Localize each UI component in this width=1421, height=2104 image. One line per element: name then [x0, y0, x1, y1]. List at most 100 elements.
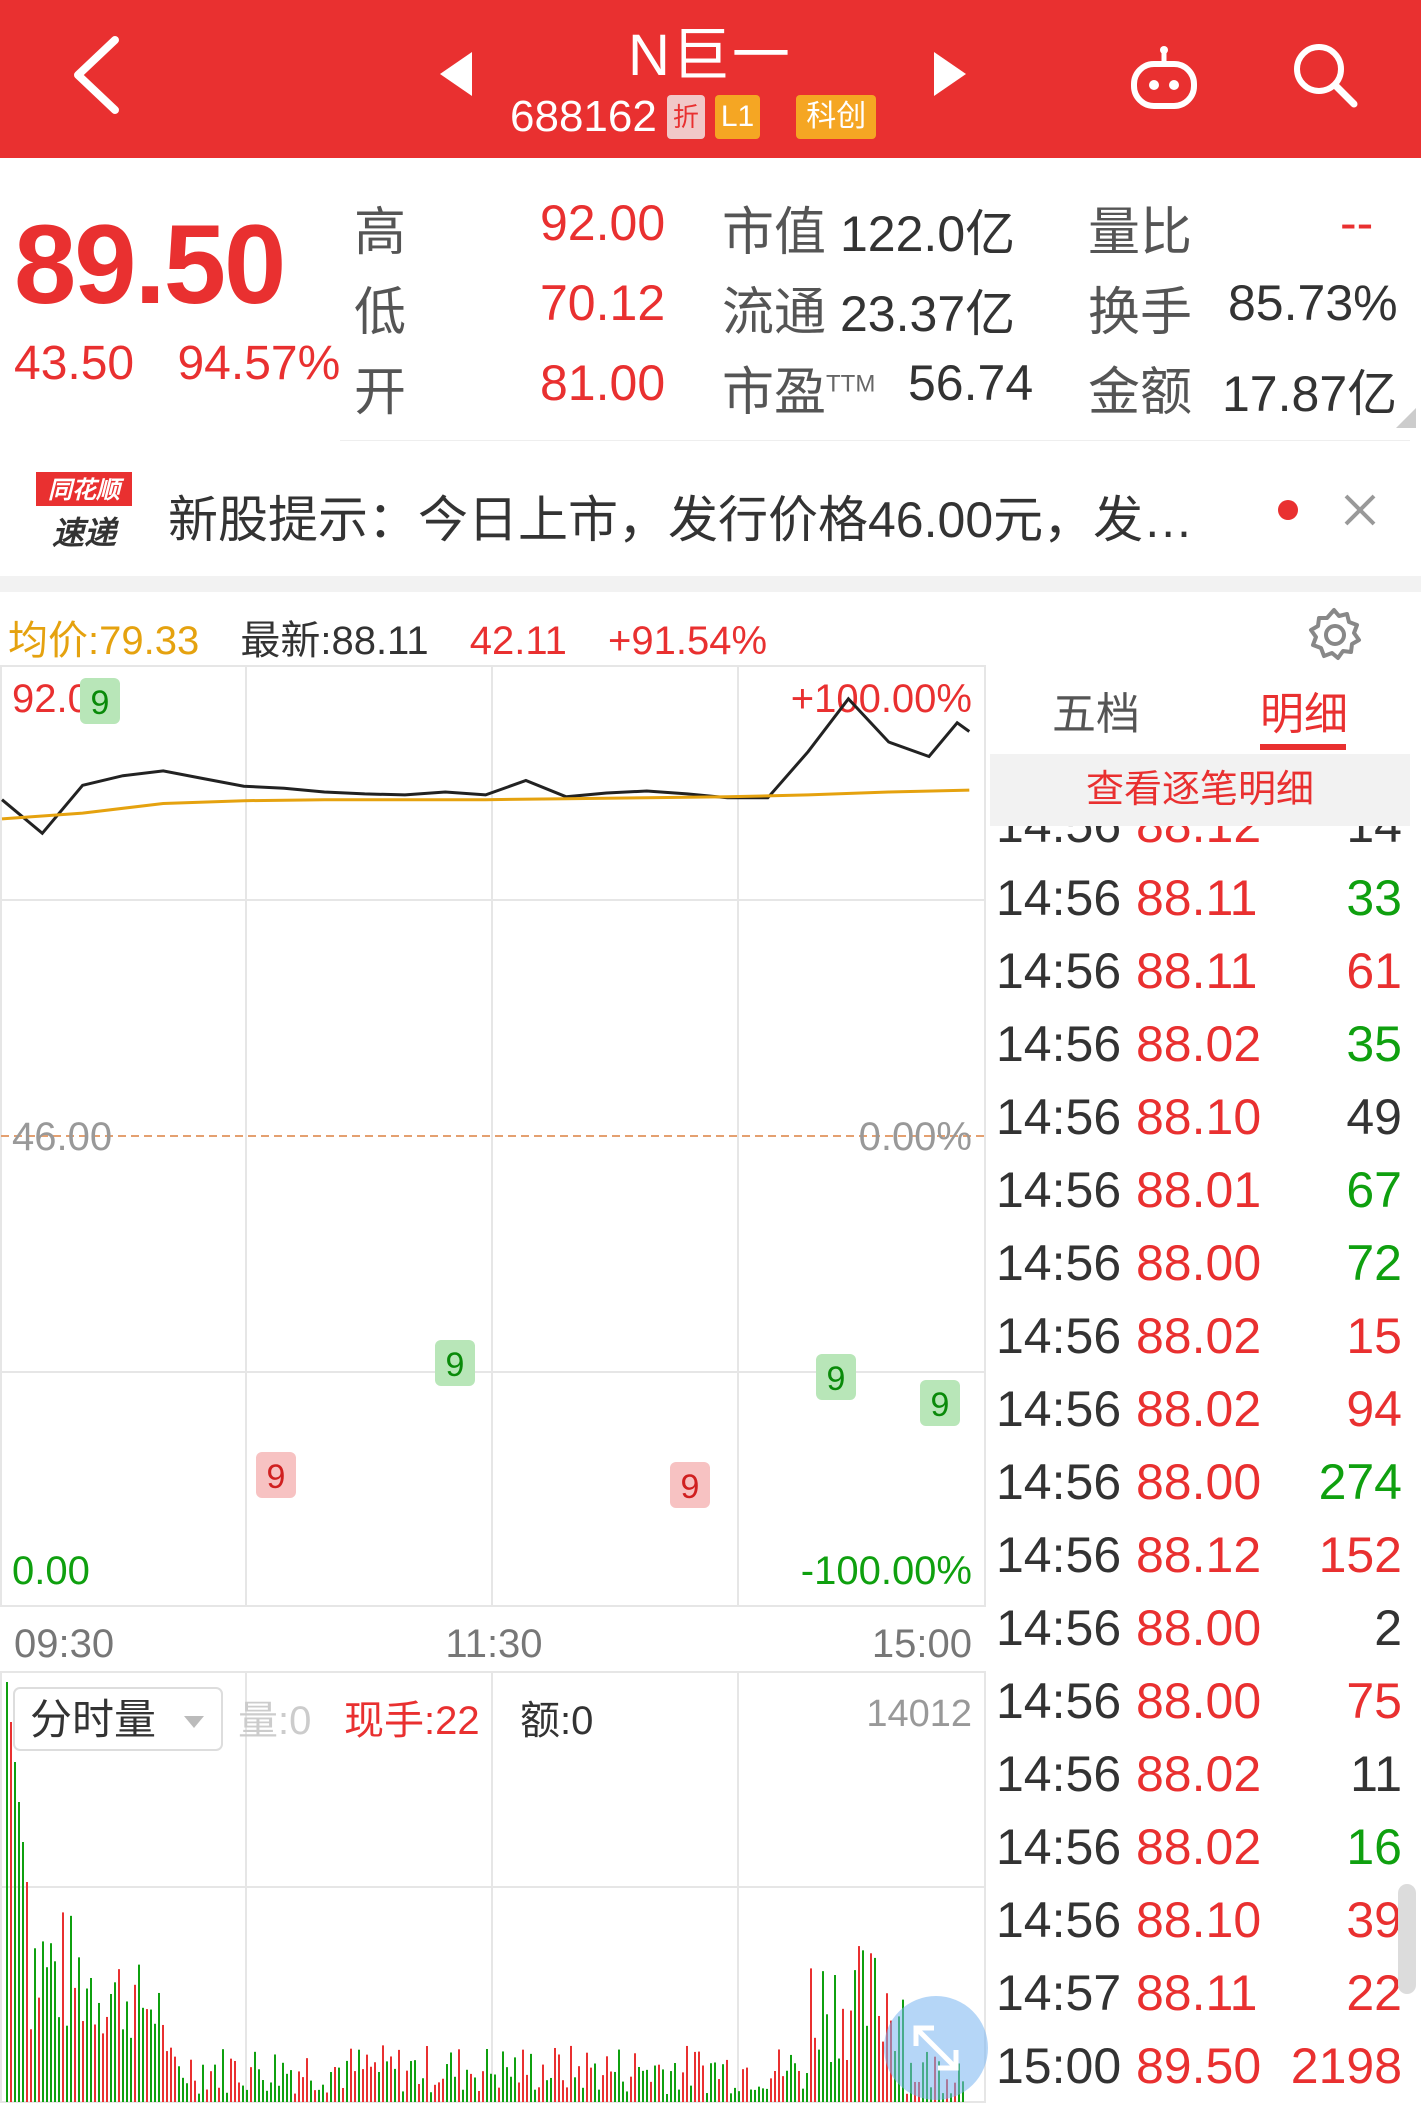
signal-marker[interactable]: 9	[920, 1380, 960, 1426]
prev-stock-icon[interactable]	[436, 50, 476, 98]
volume-bar	[766, 2088, 768, 2102]
search-icon[interactable]	[1288, 38, 1360, 110]
volume-bar	[470, 2073, 472, 2102]
y-right-bottom: -100.00%	[801, 1549, 972, 1593]
tick-row: 14:56 88.02 16	[990, 1818, 1410, 1891]
expand-corner-icon[interactable]	[1396, 408, 1416, 428]
scrollbar[interactable]	[1398, 1884, 1416, 1994]
y-right-top: +100.00%	[791, 677, 972, 721]
tick-row: 14:56 88.11 61	[990, 942, 1410, 1015]
volume-bar	[874, 1957, 876, 2102]
tick-time: 14:56	[996, 1162, 1122, 1218]
volume-bar	[350, 2048, 352, 2102]
expand-icon	[913, 2025, 959, 2071]
volume-bar	[590, 2067, 592, 2102]
volume-bar	[442, 2078, 444, 2102]
amount-label: 金额	[1088, 364, 1193, 422]
section-gap	[0, 576, 1421, 592]
detail-tabs: 五档 明细	[990, 664, 1410, 754]
signal-label: 9	[827, 1360, 846, 1398]
robot-assistant-icon[interactable]	[1128, 44, 1200, 116]
volume-bar	[658, 2064, 660, 2102]
intraday-chart[interactable]: 92.00 46.00 0.00 +100.00% 0.00% -100.00%…	[0, 662, 990, 2104]
tick-volume: 15	[1346, 1308, 1402, 1364]
signal-marker[interactable]: 9	[256, 1452, 296, 1498]
volume-bar	[50, 1943, 52, 2102]
signal-marker[interactable]: 9	[670, 1462, 710, 1508]
volume-bar	[346, 2060, 348, 2102]
logo-line1: 同花顺	[48, 476, 125, 504]
signal-marker[interactable]: 9	[80, 678, 120, 724]
close-icon[interactable]	[1340, 490, 1380, 530]
volume-bar	[714, 2062, 716, 2102]
volume-bar	[846, 2059, 848, 2102]
volume-bar	[878, 2015, 880, 2102]
next-stock-icon[interactable]	[930, 50, 970, 98]
volume-bar	[486, 2048, 488, 2102]
volume-bar	[242, 2085, 244, 2102]
volume-bar	[46, 1967, 48, 2102]
volume-bar	[454, 2076, 456, 2102]
volume-bar	[134, 1984, 136, 2102]
volume-bar	[734, 2087, 736, 2102]
volume-bar	[674, 2063, 676, 2102]
tick-row: 14:56 88.10 49	[990, 1088, 1410, 1161]
expand-float-button[interactable]	[884, 1996, 988, 2100]
tick-list[interactable]: 14:5688.121414:5688.113314:5688.116114:5…	[990, 826, 1410, 2104]
tick-volume: 14	[1346, 826, 1402, 854]
volume-bar	[110, 1993, 112, 2102]
tick-row: 14:57 88.11 22	[990, 1964, 1410, 2037]
tab-wudang[interactable]: 五档	[1052, 678, 1140, 742]
gear-icon[interactable]	[1304, 604, 1364, 664]
volume-bar	[794, 2063, 796, 2102]
news-ticker[interactable]: 同花顺 速递 新股提示：今日上市，发行价格46.00元，发…	[0, 450, 1421, 572]
volume-bar	[474, 2077, 476, 2102]
volume-bar	[430, 2092, 432, 2102]
volume-bar	[610, 2071, 612, 2102]
volume-max: 14012	[866, 1693, 972, 1735]
volume-bar	[550, 2077, 552, 2102]
volume-bar	[78, 1957, 80, 2102]
volume-bar	[862, 1950, 864, 2102]
tab-mingxi[interactable]: 明细	[1260, 678, 1348, 742]
volume-bar	[274, 2054, 276, 2102]
margin-tag: 折	[666, 95, 705, 139]
volume-bar	[402, 2091, 404, 2102]
signal-label: 9	[267, 1458, 286, 1496]
volume-bar	[410, 2061, 412, 2102]
volume-bar	[578, 2066, 580, 2102]
volume-bar	[122, 2029, 124, 2102]
volume-bar	[510, 2076, 512, 2102]
volratio-value: --	[1340, 195, 1374, 251]
volume-bar	[762, 2088, 764, 2102]
amount-label-vol: 额:0	[520, 1699, 593, 1743]
volume-bar	[586, 2052, 588, 2102]
volume-bar	[6, 1682, 8, 2102]
latest-price: 最新:88.11	[240, 619, 429, 663]
signal-label: 9	[681, 1468, 700, 1506]
tick-price: 88.11	[1136, 870, 1258, 926]
divider	[340, 440, 1410, 441]
volume-bar	[166, 2051, 168, 2102]
level1-tag: L1	[714, 95, 761, 139]
volume-bar	[342, 2087, 344, 2102]
volume-bar	[230, 2058, 232, 2102]
volume-bar	[234, 2060, 236, 2102]
volume-bar	[626, 2091, 628, 2102]
volume-bar	[458, 2049, 460, 2102]
volume-bar	[174, 2056, 176, 2102]
tick-price: 88.10	[1136, 1892, 1262, 1948]
tick-row: 15:00 89.50 2198	[990, 2037, 1410, 2104]
volume-bar	[546, 2080, 548, 2102]
news-text[interactable]: 新股提示：今日上市，发行价格46.00元，发…	[168, 480, 1193, 552]
tick-volume: 2	[1374, 1600, 1402, 1656]
view-tick-detail-button[interactable]: 查看逐笔明细	[990, 754, 1410, 826]
high-label: 高	[354, 204, 407, 262]
back-arrow-icon[interactable]	[60, 30, 150, 120]
change-value: 43.50	[14, 337, 135, 390]
tick-time: 15:00	[996, 2038, 1122, 2094]
signal-marker[interactable]: 9	[816, 1354, 856, 1400]
volume-bar	[710, 2063, 712, 2102]
volume-bar	[182, 2077, 184, 2102]
signal-marker[interactable]: 9	[435, 1340, 475, 1386]
